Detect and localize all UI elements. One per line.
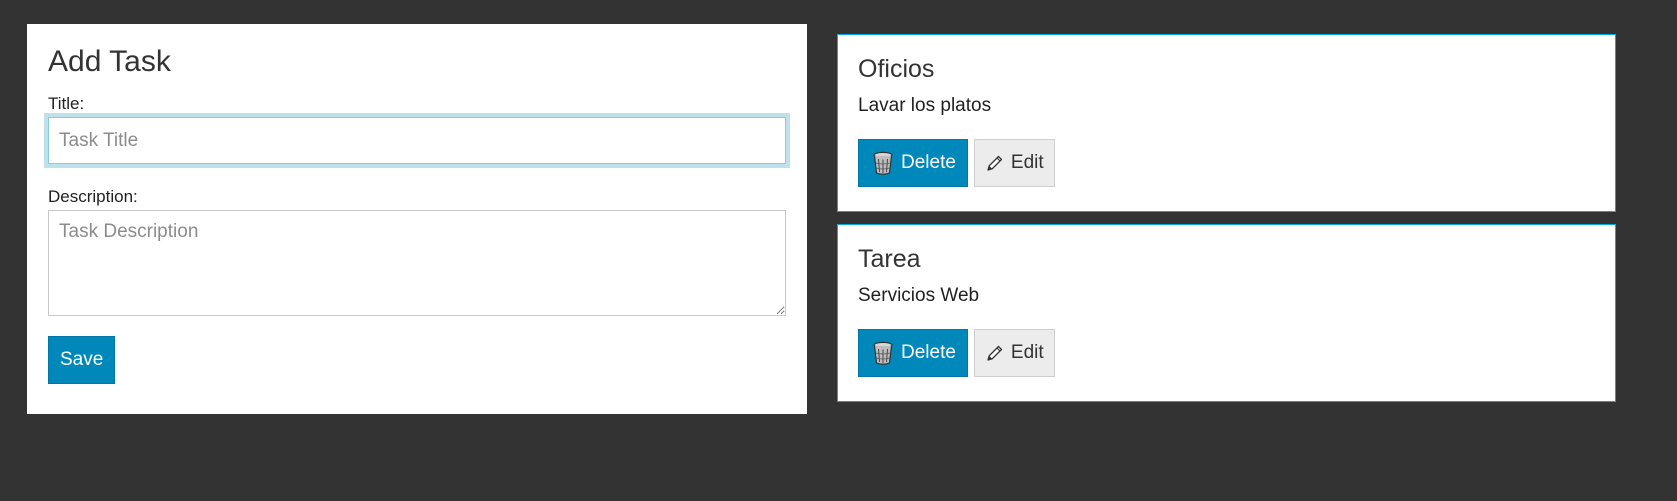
task-actions: Delete Edit bbox=[858, 139, 1595, 187]
task-description-input[interactable] bbox=[48, 210, 786, 316]
title-label: Title: bbox=[48, 94, 85, 113]
delete-label: Delete bbox=[901, 342, 956, 363]
pencil-icon bbox=[986, 154, 1004, 172]
pencil-icon bbox=[986, 344, 1004, 362]
description-label: Description: bbox=[48, 187, 138, 206]
add-task-heading: Add Task bbox=[48, 45, 171, 78]
task-description: Lavar los platos bbox=[858, 95, 992, 116]
task-actions: Delete Edit bbox=[858, 329, 1595, 377]
task-card: Tarea Servicios Web Delete Edit bbox=[837, 224, 1616, 402]
task-title: Tarea bbox=[858, 245, 921, 273]
trash-icon bbox=[872, 341, 894, 365]
task-description: Servicios Web bbox=[858, 285, 980, 306]
trash-icon bbox=[872, 151, 894, 175]
delete-label: Delete bbox=[901, 152, 956, 173]
task-title: Oficios bbox=[858, 55, 935, 83]
add-task-panel: Add Task Title: Description: Save bbox=[27, 24, 807, 414]
delete-button[interactable]: Delete bbox=[858, 329, 968, 377]
edit-button[interactable]: Edit bbox=[973, 139, 1055, 187]
edit-label: Edit bbox=[1010, 342, 1044, 363]
task-card: Oficios Lavar los platos Delete Edit bbox=[837, 34, 1616, 212]
edit-button[interactable]: Edit bbox=[973, 329, 1055, 377]
edit-label: Edit bbox=[1010, 152, 1044, 173]
delete-button[interactable]: Delete bbox=[858, 139, 968, 187]
save-button[interactable]: Save bbox=[48, 336, 116, 384]
task-title-input[interactable] bbox=[48, 117, 786, 164]
